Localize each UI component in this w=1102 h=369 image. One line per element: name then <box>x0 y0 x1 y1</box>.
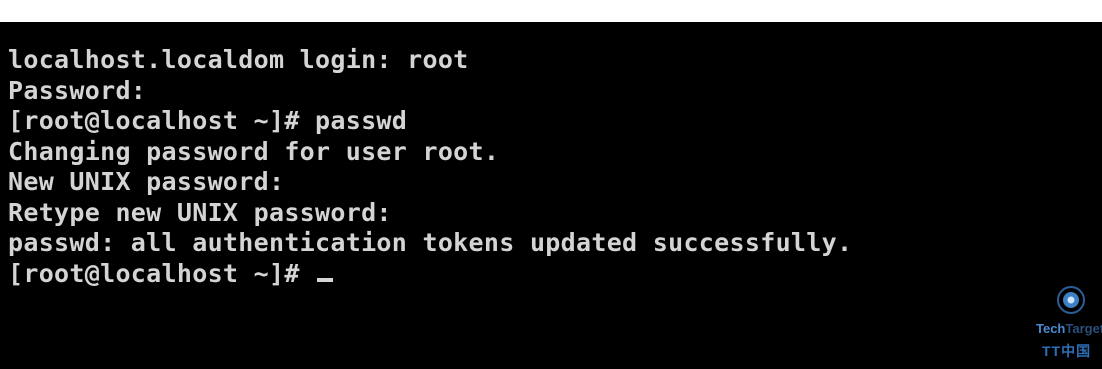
watermark-brand: TechTarget <box>1036 321 1102 336</box>
terminal-line-login: localhost.localdom login: root <box>8 45 469 74</box>
terminal-line-retype-password: Retype new UNIX password: <box>8 197 392 227</box>
terminal-line-password-prompt: Password: <box>8 75 147 105</box>
terminal-output[interactable]: localhost.localdom login: root Password:… <box>8 45 852 289</box>
techtarget-watermark: TechTarget TT中国 <box>1016 277 1102 369</box>
terminal-line-changing-password: Changing password for user root. <box>8 136 500 166</box>
text-cursor <box>317 277 334 282</box>
terminal-line-current-prompt[interactable]: [root@localhost ~]# <box>8 259 852 290</box>
shell-prompt: [root@localhost ~]# <box>8 258 316 288</box>
console-screen[interactable]: localhost.localdom login: root Password:… <box>0 22 1102 369</box>
terminal-line-new-password: New UNIX password: <box>8 167 285 196</box>
terminal-line-passwd-command: [root@localhost ~]# passwd <box>8 106 408 135</box>
eye-icon <box>1057 286 1085 314</box>
watermark-subtitle: TT中国 <box>1042 343 1092 359</box>
terminal-line-success: passwd: all authentication tokens update… <box>8 228 853 257</box>
